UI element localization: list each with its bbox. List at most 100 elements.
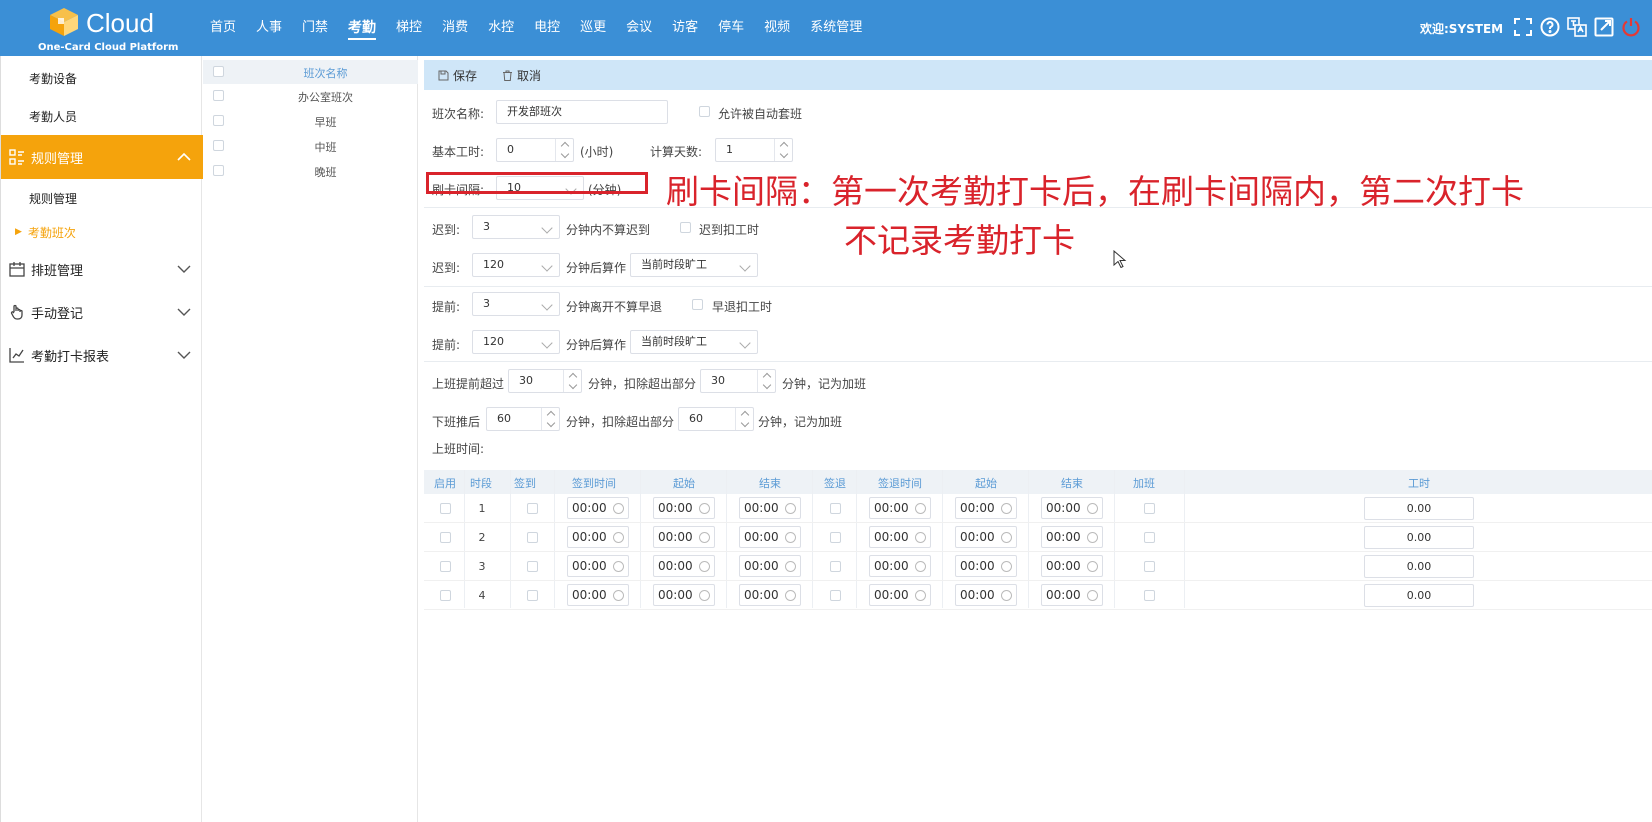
checkout-end-picker[interactable]: 00:00 [1041,526,1103,548]
nav-patrol[interactable]: 巡更 [570,0,616,56]
list-item[interactable]: 早班 [203,109,418,133]
row-checkbox[interactable] [213,115,224,126]
select-all-checkbox[interactable] [213,66,224,77]
overtime-checkbox[interactable] [1144,561,1155,572]
sidebar-group-report[interactable]: 考勤打卡报表 [1,335,203,375]
stepper-arrows-icon[interactable] [774,139,792,161]
early2-select[interactable]: 120 [472,330,560,354]
stepper-arrows-icon[interactable] [563,370,581,392]
checkin-checkbox[interactable] [527,532,538,543]
checkin-start-picker[interactable]: 00:00 [653,584,715,606]
checkin-end-picker[interactable]: 00:00 [739,526,801,548]
checkout-start-picker[interactable]: 00:00 [955,584,1017,606]
checkin-time-picker[interactable]: 00:00 [567,555,629,577]
enable-checkbox[interactable] [440,532,451,543]
nav-water[interactable]: 水控 [478,0,524,56]
nav-personnel[interactable]: 人事 [246,0,292,56]
nav-system[interactable]: 系统管理 [800,0,872,56]
checkin-start-picker[interactable]: 00:00 [653,497,715,519]
row-checkbox[interactable] [213,90,224,101]
stepper-arrows-icon[interactable] [555,139,573,161]
checkout-start-picker[interactable]: 00:00 [955,497,1017,519]
late-deduct-checkbox[interactable] [680,222,691,233]
list-item[interactable]: 办公室班次 [203,84,418,108]
checkin-time-picker[interactable]: 00:00 [567,584,629,606]
ot-after-stepper2[interactable]: 60 [678,407,754,431]
checkin-checkbox[interactable] [527,590,538,601]
early-deduct-checkbox[interactable] [692,299,703,310]
checkout-end-picker[interactable]: 00:00 [1041,584,1103,606]
list-item[interactable]: 中班 [203,134,418,158]
ot-after-stepper[interactable]: 60 [486,407,560,431]
checkin-start-picker[interactable]: 00:00 [653,526,715,548]
late2-status-select[interactable]: 当前时段旷工 [630,253,758,277]
nav-visitor[interactable]: 访客 [662,0,708,56]
row-checkbox[interactable] [213,140,224,151]
base-hours-stepper[interactable]: 0 [496,138,574,162]
early2-status-select[interactable]: 当前时段旷工 [630,330,758,354]
fullscreen-icon[interactable] [1512,16,1534,38]
sidebar-group-manual-register[interactable]: 手动登记 [1,292,203,332]
external-link-icon[interactable] [1593,16,1615,38]
nav-access[interactable]: 门禁 [292,0,338,56]
save-button[interactable]: 保存 [438,67,477,84]
overtime-checkbox[interactable] [1144,503,1155,514]
checkout-checkbox[interactable] [830,561,841,572]
calc-days-stepper[interactable]: 1 [715,138,793,162]
help-icon[interactable] [1539,16,1561,38]
checkin-time-picker[interactable]: 00:00 [567,526,629,548]
checkout-time-picker[interactable]: 00:00 [869,584,931,606]
shift-name-input[interactable]: 开发部班次 [496,100,668,124]
checkin-checkbox[interactable] [527,561,538,572]
auto-match-checkbox[interactable] [699,106,710,117]
nav-home[interactable]: 首页 [200,0,246,56]
nav-parking[interactable]: 停车 [708,0,754,56]
checkin-start-picker[interactable]: 00:00 [653,555,715,577]
work-hours-field[interactable]: 0.00 [1364,497,1474,520]
ot-before-stepper[interactable]: 30 [508,369,582,393]
checkin-end-picker[interactable]: 00:00 [739,584,801,606]
checkin-checkbox[interactable] [527,503,538,514]
work-hours-field[interactable]: 0.00 [1364,584,1474,607]
stepper-arrows-icon[interactable] [757,370,775,392]
work-hours-field[interactable]: 0.00 [1364,555,1474,578]
cancel-button[interactable]: 取消 [502,67,541,84]
late1-select[interactable]: 3 [472,215,560,239]
checkin-end-picker[interactable]: 00:00 [739,497,801,519]
checkout-end-picker[interactable]: 00:00 [1041,555,1103,577]
ot-before-stepper2[interactable]: 30 [700,369,776,393]
stepper-arrows-icon[interactable] [541,408,559,430]
checkout-checkbox[interactable] [830,590,841,601]
list-item[interactable]: 晚班 [203,159,418,183]
row-checkbox[interactable] [213,165,224,176]
enable-checkbox[interactable] [440,561,451,572]
power-icon[interactable] [1620,16,1642,38]
sidebar-group-rules[interactable]: 规则管理 [1,135,203,179]
checkin-time-picker[interactable]: 00:00 [567,497,629,519]
nav-consumption[interactable]: 消费 [432,0,478,56]
late2-select[interactable]: 120 [472,253,560,277]
checkout-checkbox[interactable] [830,503,841,514]
checkout-time-picker[interactable]: 00:00 [869,497,931,519]
nav-power[interactable]: 电控 [524,0,570,56]
nav-elevator[interactable]: 梯控 [386,0,432,56]
checkout-time-picker[interactable]: 00:00 [869,526,931,548]
checkout-start-picker[interactable]: 00:00 [955,526,1017,548]
enable-checkbox[interactable] [440,503,451,514]
enable-checkbox[interactable] [440,590,451,601]
early1-select[interactable]: 3 [472,292,560,316]
sidebar-item-attendance-shift[interactable]: ▶ 考勤班次 [1,212,203,252]
checkout-time-picker[interactable]: 00:00 [869,555,931,577]
checkout-checkbox[interactable] [830,532,841,543]
overtime-checkbox[interactable] [1144,532,1155,543]
nav-video[interactable]: 视频 [754,0,800,56]
stepper-arrows-icon[interactable] [735,408,753,430]
work-hours-field[interactable]: 0.00 [1364,526,1474,549]
sidebar-item-attendance-personnel[interactable]: 考勤人员 [1,96,203,136]
sidebar-item-attendance-device[interactable]: 考勤设备 [1,58,203,98]
language-icon[interactable] [1566,16,1588,38]
nav-meeting[interactable]: 会议 [616,0,662,56]
overtime-checkbox[interactable] [1144,590,1155,601]
checkin-end-picker[interactable]: 00:00 [739,555,801,577]
checkout-start-picker[interactable]: 00:00 [955,555,1017,577]
